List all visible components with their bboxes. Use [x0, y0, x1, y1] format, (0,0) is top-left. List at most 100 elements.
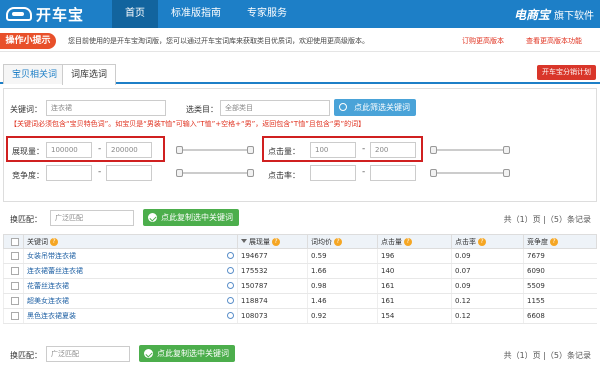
competition-max-input[interactable]	[106, 165, 152, 181]
pagination-info-bottom: 共（1）页 |（5）条记录	[503, 351, 591, 360]
ctr-max-input[interactable]	[370, 165, 416, 181]
col-competition[interactable]: 竞争度?	[523, 234, 597, 249]
col-impressions-label: 展现量	[249, 237, 270, 246]
row-checkbox[interactable]	[11, 312, 19, 320]
avg-price-cell: 1.66	[307, 263, 378, 279]
filter-keywords-button[interactable]: 点此筛选关键词	[334, 99, 416, 116]
help-icon[interactable]: ?	[478, 237, 486, 246]
tab-bar: 宝贝相关词 词库选词	[0, 60, 600, 85]
slider-max-handle[interactable]	[503, 169, 510, 177]
select-all-checkbox[interactable]	[11, 237, 19, 246]
keyword-cell[interactable]: 女装吊带连衣裙	[23, 248, 238, 264]
category-select[interactable]: 全部类目	[220, 100, 330, 116]
row-checkbox[interactable]	[11, 297, 19, 305]
help-icon[interactable]: ?	[404, 237, 412, 246]
col-competition-label: 竞争度	[527, 237, 548, 246]
impressions-cell: 175532	[237, 263, 308, 279]
pagination-info: 共（1）页 |（5）条记录	[503, 215, 591, 224]
row-checkbox[interactable]	[11, 252, 19, 260]
keyword-input[interactable]: 连衣裙	[46, 100, 166, 116]
col-ctr-label: 点击率	[455, 237, 476, 246]
impressions-label: 展现量：	[12, 147, 44, 156]
col-keyword[interactable]: 关键词?	[23, 234, 238, 249]
col-ctr[interactable]: 点击率?	[451, 234, 524, 249]
nav-expert[interactable]: 专家服务	[234, 0, 300, 28]
help-icon[interactable]: ?	[50, 237, 58, 246]
table-row[interactable]: 花蕾丝连衣裙 150787 0.98 161 0.09 5509	[3, 278, 597, 294]
brand[interactable]: 电商宝 旗下软件	[514, 6, 594, 23]
keyword-label: 关键词：	[10, 105, 42, 114]
impressions-min-input[interactable]: 100000	[46, 142, 92, 158]
detail-icon[interactable]	[227, 282, 234, 289]
col-keyword-label: 关键词	[27, 237, 48, 246]
competition-min-input[interactable]	[46, 165, 92, 181]
impressions-dash: -	[98, 144, 102, 154]
impressions-max-input[interactable]: 200000	[106, 142, 152, 158]
keyword-cell[interactable]: 超美女连衣裙	[23, 293, 238, 309]
col-clicks[interactable]: 点击量?	[377, 234, 452, 249]
ctr-dash: -	[362, 167, 366, 177]
copy-selected-button[interactable]: 点此复制选中关键词	[143, 209, 239, 226]
table-row[interactable]: 女装吊带连衣裙 194677 0.59 196 0.09 7679	[3, 248, 597, 264]
table-row[interactable]: 超美女连衣裙 118874 1.46 161 0.12 1155	[3, 293, 597, 309]
distribution-plan-button[interactable]: 开车宝分销计划	[537, 65, 596, 80]
table-row[interactable]: 连衣裙蕾丝连衣裙 175532 1.66 140 0.07 6090	[3, 263, 597, 279]
detail-icon[interactable]	[227, 267, 234, 274]
tab-word-library[interactable]: 词库选词	[62, 64, 117, 85]
car-logo-icon	[6, 7, 32, 21]
slider-min-handle[interactable]	[176, 146, 183, 154]
upgrade-link[interactable]: 订购更高版本	[462, 36, 504, 46]
nav-home[interactable]: 首页	[112, 0, 158, 28]
impressions-slider[interactable]	[176, 146, 254, 154]
tab-related-words[interactable]: 宝贝相关词	[3, 64, 67, 84]
table-header-row: 关键词? 展现量? 词均价? 点击量? 点击率? 竞争度?	[3, 234, 597, 249]
copy-selected-label: 点此复制选中关键词	[161, 213, 233, 222]
detail-icon[interactable]	[227, 297, 234, 304]
keyword-text: 黑色连衣裙夏装	[27, 312, 76, 320]
table-row[interactable]: 黑色连衣裙夏装 108073 0.92 154 0.12 6608	[3, 308, 597, 324]
col-avg-price-label: 词均价	[311, 237, 332, 246]
slider-max-handle[interactable]	[247, 146, 254, 154]
ctr-cell: 0.09	[451, 278, 524, 294]
row-checkbox[interactable]	[11, 267, 19, 275]
clicks-min-input[interactable]: 100	[310, 142, 356, 158]
avg-price-cell: 0.98	[307, 278, 378, 294]
help-icon[interactable]: ?	[550, 237, 558, 246]
keyword-text: 女装吊带连衣裙	[27, 252, 76, 260]
match-type-select-bottom[interactable]: 广泛匹配	[46, 346, 130, 362]
slider-max-handle[interactable]	[247, 169, 254, 177]
col-impressions[interactable]: 展现量?	[237, 234, 308, 249]
detail-icon[interactable]	[227, 252, 234, 259]
clicks-max-input[interactable]: 200	[370, 142, 416, 158]
slider-min-handle[interactable]	[176, 169, 183, 177]
logo-text: 开车宝	[36, 5, 85, 24]
slider-track	[434, 172, 506, 174]
copy-selected-button-bottom[interactable]: 点此复制选中关键词	[139, 345, 235, 362]
clicks-slider[interactable]	[430, 146, 510, 154]
slider-min-handle[interactable]	[430, 169, 437, 177]
main-nav: 首页 标准版指南 专家服务	[112, 0, 300, 28]
competition-slider[interactable]	[176, 169, 254, 177]
ctr-min-input[interactable]	[310, 165, 356, 181]
features-link[interactable]: 查看更高版本功能	[526, 36, 582, 46]
category-label: 选类目：	[186, 105, 218, 114]
help-icon[interactable]: ?	[272, 237, 280, 246]
match-type-select[interactable]: 广泛匹配	[50, 210, 134, 226]
ctr-slider[interactable]	[430, 169, 510, 177]
check-icon	[148, 213, 157, 222]
nav-guide[interactable]: 标准版指南	[158, 0, 234, 28]
row-checkbox[interactable]	[11, 282, 19, 290]
app-logo[interactable]: 开车宝	[6, 4, 84, 24]
clicks-cell: 196	[377, 248, 452, 264]
keyword-cell[interactable]: 黑色连衣裙夏装	[23, 308, 238, 324]
keyword-cell[interactable]: 花蕾丝连衣裙	[23, 278, 238, 294]
keyword-cell[interactable]: 连衣裙蕾丝连衣裙	[23, 263, 238, 279]
ctr-cell: 0.07	[451, 263, 524, 279]
detail-icon[interactable]	[227, 312, 234, 319]
slider-min-handle[interactable]	[430, 146, 437, 154]
slider-max-handle[interactable]	[503, 146, 510, 154]
competition-cell: 1155	[523, 293, 597, 309]
help-icon[interactable]: ?	[334, 237, 342, 246]
brand-name: 电商宝	[513, 8, 550, 22]
col-avg-price[interactable]: 词均价?	[307, 234, 378, 249]
